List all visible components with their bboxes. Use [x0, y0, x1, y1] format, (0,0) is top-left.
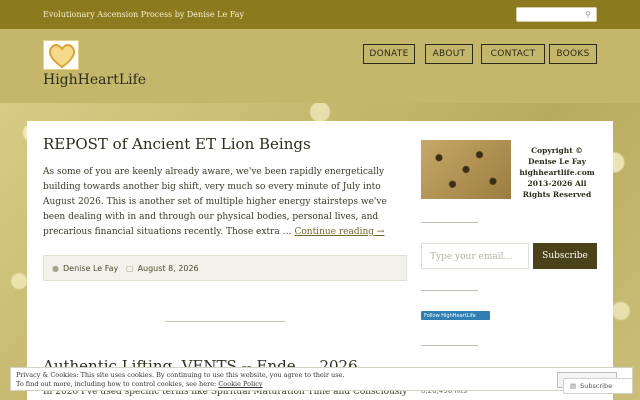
heart-logo-icon	[48, 44, 76, 69]
floating-subscribe-label: Subscribe	[580, 382, 613, 390]
continue-reading-link[interactable]: Continue reading →	[294, 227, 384, 237]
sidebar-image	[421, 140, 511, 199]
post-divider	[165, 321, 285, 322]
user-icon: ●	[52, 264, 59, 273]
site-header: HighHeartLife DONATE ABOUT CONTACT BOOKS	[0, 29, 640, 103]
nav-donate[interactable]: DONATE	[363, 44, 415, 64]
cookie-line-2: To find out more, including how to contr…	[16, 380, 344, 389]
follow-label: Follow HighHeartLife	[424, 312, 476, 319]
top-bar: Evolutionary Ascension Process by Denise…	[0, 0, 640, 29]
post-date-text[interactable]: August 8, 2026	[138, 264, 199, 273]
sidebar-rule	[421, 345, 478, 346]
post-title[interactable]: REPOST of Ancient ET Lion Beings	[43, 135, 311, 153]
site-logo[interactable]	[43, 40, 79, 70]
cookie-banner: Privacy & Cookies: This site uses cookie…	[10, 367, 633, 391]
search-input[interactable]: ⚲	[516, 7, 597, 22]
sidebar-rule	[421, 290, 478, 291]
site-tagline: Evolutionary Ascension Process by Denise…	[43, 10, 245, 19]
email-field[interactable]: Type your email…	[421, 243, 529, 269]
search-icon[interactable]: ⚲	[585, 10, 591, 19]
nav-books[interactable]: BOOKS	[549, 44, 597, 64]
subscribe-button[interactable]: Subscribe	[533, 243, 597, 269]
reader-icon: ▤	[570, 382, 577, 390]
post-author-name[interactable]: Denise Le Fay	[63, 264, 118, 273]
main-content: REPOST of Ancient ET Lion Beings As some…	[27, 121, 613, 400]
sidebar-rule	[421, 222, 478, 223]
copyright-text: Copyright © Denise Le Fay highheartlife.…	[519, 146, 595, 199]
follow-button[interactable]: Follow HighHeartLife	[421, 311, 490, 320]
cookie-line-2-prefix: To find out more, including how to contr…	[16, 380, 219, 388]
floating-subscribe-button[interactable]: ▤ Subscribe	[563, 378, 633, 394]
nav-contact[interactable]: CONTACT	[481, 44, 545, 64]
site-title[interactable]: HighHeartLife	[43, 72, 146, 88]
post-meta: ● Denise Le Fay ▢ August 8, 2026	[43, 255, 407, 281]
nav-about[interactable]: ABOUT	[425, 44, 473, 64]
post-author[interactable]: ● Denise Le Fay	[52, 264, 118, 273]
calendar-icon: ▢	[126, 264, 134, 273]
cookie-text: Privacy & Cookies: This site uses cookie…	[16, 371, 344, 389]
cookie-line-1: Privacy & Cookies: This site uses cookie…	[16, 371, 345, 379]
cookie-policy-link[interactable]: Cookie Policy	[218, 380, 262, 388]
post-excerpt: As some of you are keenly already aware,…	[43, 165, 411, 240]
post-date[interactable]: ▢ August 8, 2026	[126, 264, 199, 273]
